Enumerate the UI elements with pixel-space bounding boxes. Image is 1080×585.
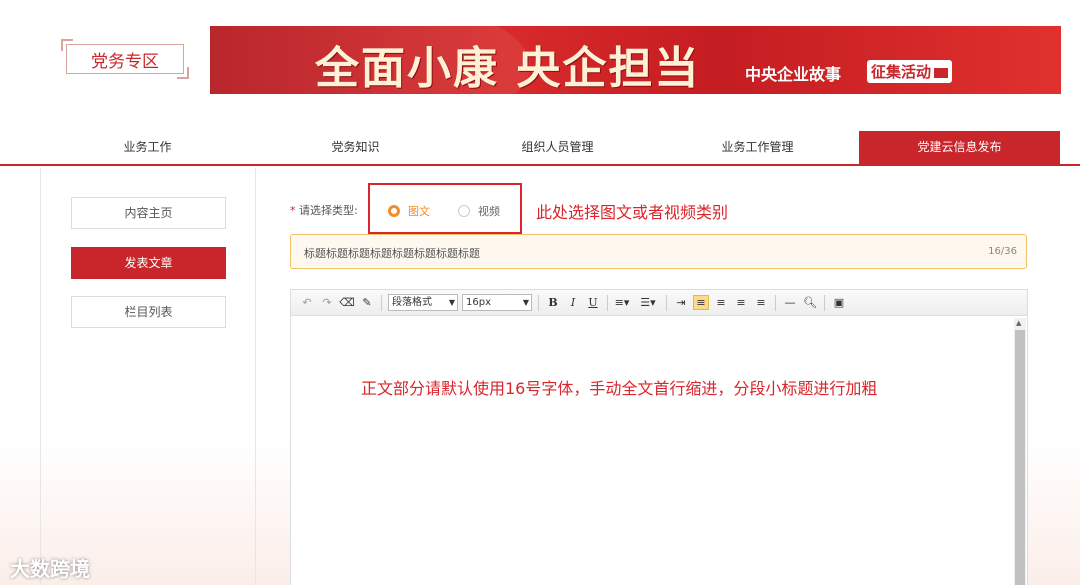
nav-item-label: 业务工作 bbox=[123, 140, 172, 154]
scroll-up-icon[interactable]: ▲ bbox=[1016, 319, 1021, 327]
format-brush-icon[interactable]: ✎ bbox=[359, 296, 375, 309]
font-size-value: 16px bbox=[466, 297, 491, 308]
radio-unchecked-icon bbox=[458, 205, 470, 217]
toolbar-separator bbox=[607, 294, 608, 311]
type-label-text: 请选择类型: bbox=[299, 204, 358, 217]
sidebar-item-column-list[interactable]: 栏目列表 bbox=[71, 296, 226, 328]
logo-text: 党务专区 bbox=[91, 51, 159, 72]
align-justify-icon[interactable]: ≡ bbox=[753, 296, 769, 309]
align-left-icon[interactable]: ≡ bbox=[693, 295, 709, 310]
title-char-count: 16/36 bbox=[988, 246, 1017, 257]
logo[interactable]: 党务专区 bbox=[61, 39, 189, 79]
chevron-down-icon: ▼ bbox=[522, 298, 529, 307]
insert-image-icon[interactable]: ▣ bbox=[831, 296, 847, 309]
align-right-icon[interactable]: ≡ bbox=[733, 296, 749, 309]
sidebar-item-publish-article[interactable]: 发表文章 bbox=[71, 247, 226, 279]
divider bbox=[255, 168, 256, 585]
nav-item-business-work[interactable]: 业务工作 bbox=[60, 131, 235, 164]
watermark: 大数跨境 bbox=[10, 557, 90, 581]
font-size-select[interactable]: 16px ▼ bbox=[462, 294, 532, 311]
banner[interactable]: 全面小康 央企担当 中央企业故事 征集活动 bbox=[210, 26, 1061, 94]
redo-icon[interactable]: ↷ bbox=[319, 296, 335, 309]
toolbar-separator bbox=[538, 294, 539, 311]
nav-item-party-knowledge[interactable]: 党务知识 bbox=[268, 131, 443, 164]
banner-badge: 征集活动 bbox=[867, 60, 953, 83]
editor-scrollbar[interactable]: ▲ bbox=[1014, 318, 1026, 585]
eraser-icon[interactable]: ⌫ bbox=[339, 296, 355, 309]
horizontal-rule-icon[interactable]: — bbox=[782, 296, 798, 309]
indent-icon[interactable]: ⇥ bbox=[673, 296, 689, 309]
sidebar-item-label: 内容主页 bbox=[124, 206, 173, 220]
underline-icon[interactable]: U bbox=[585, 296, 601, 309]
envelope-icon bbox=[934, 67, 949, 78]
paragraph-format-select[interactable]: 段落格式 ▼ bbox=[388, 294, 458, 311]
chevron-down-icon: ▼ bbox=[448, 298, 455, 307]
banner-badge-text: 征集活动 bbox=[871, 63, 932, 81]
undo-icon[interactable]: ↶ bbox=[299, 296, 315, 309]
search-icon[interactable]: 🔍︎ bbox=[802, 296, 818, 309]
body-annotation: 正文部分请默认使用16号字体，手动全文首行缩进，分段小标题进行加粗 bbox=[361, 379, 878, 398]
radio-video[interactable]: 视频 bbox=[458, 203, 500, 219]
scrollbar-thumb[interactable] bbox=[1015, 330, 1025, 585]
nav-item-label: 党务知识 bbox=[331, 140, 380, 154]
title-input[interactable]: 标题标题标题标题标题标题标题标题 16/36 bbox=[290, 234, 1027, 269]
main-nav: 业务工作 党务知识 组织人员管理 业务工作管理 党建云信息发布 bbox=[0, 131, 1080, 166]
sidebar-item-content-home[interactable]: 内容主页 bbox=[71, 197, 226, 229]
radio-checked-icon bbox=[388, 205, 400, 217]
toolbar-separator bbox=[775, 294, 776, 311]
ordered-list-icon[interactable]: ≡▾ bbox=[614, 296, 630, 309]
unordered-list-icon[interactable]: ☰▾ bbox=[640, 296, 656, 309]
toolbar-separator bbox=[381, 294, 382, 311]
toolbar-separator bbox=[824, 294, 825, 311]
divider bbox=[40, 168, 41, 585]
nav-item-org-personnel[interactable]: 组织人员管理 bbox=[470, 131, 645, 164]
type-selection-highlight: 图文 视频 bbox=[368, 183, 522, 234]
nav-item-label: 业务工作管理 bbox=[721, 140, 794, 154]
nav-item-business-management[interactable]: 业务工作管理 bbox=[670, 131, 845, 164]
align-center-icon[interactable]: ≡ bbox=[713, 296, 729, 309]
sidebar-item-label: 发表文章 bbox=[124, 256, 173, 270]
radio-image-text[interactable]: 图文 bbox=[388, 203, 430, 219]
radio-label: 图文 bbox=[408, 205, 430, 218]
type-label: * 请选择类型: bbox=[290, 202, 358, 218]
paragraph-format-value: 段落格式 bbox=[392, 297, 432, 308]
required-mark: * bbox=[290, 204, 296, 217]
nav-item-label: 组织人员管理 bbox=[521, 140, 594, 154]
banner-sub-text: 中央企业故事 bbox=[745, 65, 842, 84]
sidebar-item-label: 栏目列表 bbox=[124, 305, 173, 319]
editor-toolbar: ↶ ↷ ⌫ ✎ 段落格式 ▼ 16px ▼ B I U ≡▾ ☰▾ ⇥ ≡ ≡ ≡ … bbox=[291, 290, 1027, 316]
bold-icon[interactable]: B bbox=[545, 296, 561, 309]
banner-main-text: 全面小康 央企担当 bbox=[315, 43, 701, 94]
type-annotation: 此处选择图文或者视频类别 bbox=[536, 203, 729, 222]
toolbar-separator bbox=[666, 294, 667, 311]
radio-label: 视频 bbox=[478, 205, 500, 218]
nav-item-cloud-publish[interactable]: 党建云信息发布 bbox=[859, 131, 1060, 164]
title-input-value: 标题标题标题标题标题标题标题标题 bbox=[304, 247, 480, 260]
rich-text-editor[interactable]: ↶ ↷ ⌫ ✎ 段落格式 ▼ 16px ▼ B I U ≡▾ ☰▾ ⇥ ≡ ≡ ≡ … bbox=[290, 289, 1028, 585]
nav-item-label: 党建云信息发布 bbox=[917, 140, 1002, 154]
italic-icon[interactable]: I bbox=[565, 296, 581, 309]
